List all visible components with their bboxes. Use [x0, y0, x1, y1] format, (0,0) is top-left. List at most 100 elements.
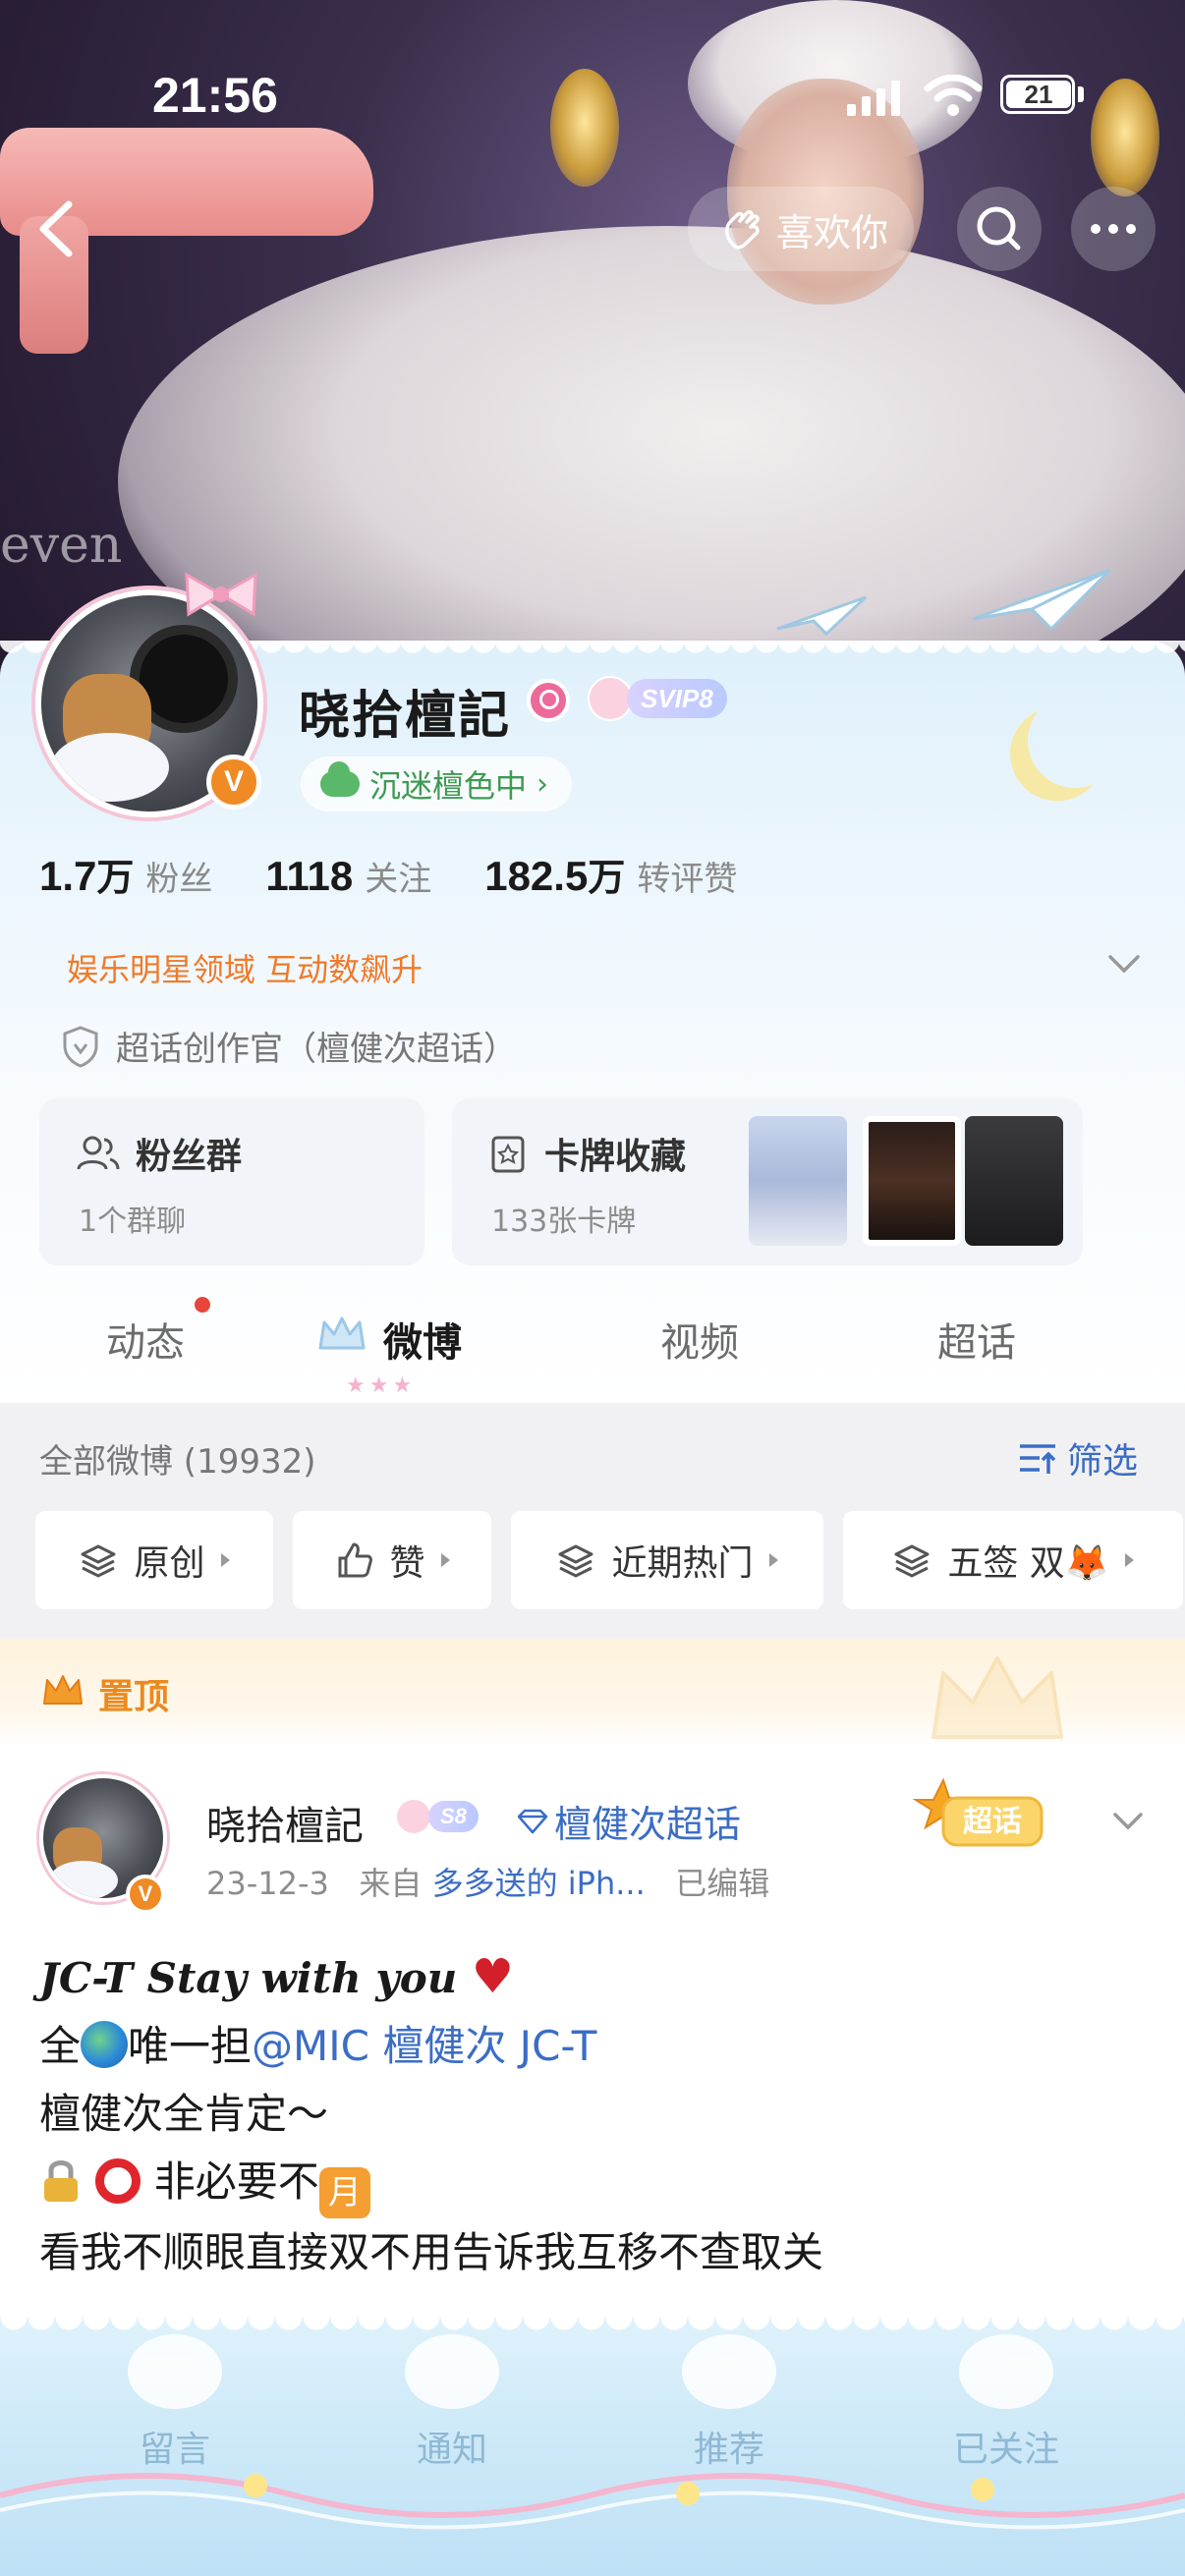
red-circle-icon: [95, 2158, 141, 2204]
stat-following[interactable]: 1118 关注: [265, 852, 431, 900]
post-body[interactable]: JC-T Stay with you ♥ 全唯一担@MIC 檀健次 JC-T 檀…: [39, 1943, 1150, 2286]
fans-group-sub: 1个群聊: [79, 1204, 187, 1239]
bow-decoration: [185, 572, 257, 617]
filter-icon: [1020, 1444, 1056, 1474]
stat-label: 关注: [365, 860, 432, 899]
status-bar: 21:56 21: [0, 59, 1185, 128]
vip-mascot-icon: [395, 1798, 432, 1835]
filter-button[interactable]: 筛选: [1016, 1432, 1138, 1484]
post-text: 檀健次全肯定～: [39, 2090, 329, 2138]
layers-icon: [894, 1544, 930, 1578]
battery-tip: [1078, 86, 1084, 102]
topic-label: 檀健次超话: [554, 1803, 742, 1846]
card-icon: [491, 1136, 525, 1173]
pinned-banner: 置顶: [0, 1639, 1185, 1747]
card-thumbnail[interactable]: [965, 1116, 1063, 1246]
red-heart-icon: ♥: [471, 1949, 514, 2004]
card-collection-title: 卡牌收藏: [544, 1137, 687, 1177]
chip-arrow-icon: [768, 1553, 778, 1567]
chip-original[interactable]: 原创: [35, 1511, 273, 1609]
stat-interactions[interactable]: 182.5万 转评赞: [484, 847, 737, 901]
cinnamoroll-icon: [128, 2334, 222, 2409]
domain-tag[interactable]: 娱乐明星领域 互动数飙升: [67, 945, 423, 990]
super-topic-role-text: 超话创作官（檀健次超话）: [116, 1030, 517, 1069]
layers-icon: [81, 1544, 116, 1578]
chip-arrow-icon: [1124, 1553, 1134, 1567]
more-dot: [1108, 224, 1118, 234]
super-topic-sticker: 超话: [912, 1777, 1044, 1847]
shield-icon: [63, 1025, 98, 1068]
battery-level: 21: [1006, 81, 1071, 108]
post-text: 全: [39, 2022, 82, 2070]
top-nav: 喜欢你: [0, 185, 1185, 273]
cinnamoroll-icon: [959, 2334, 1053, 2409]
cloud-icon: [320, 761, 360, 797]
verified-badge: V: [126, 1875, 165, 1914]
post-author-name[interactable]: 晓拾檀記: [206, 1794, 364, 1851]
card-collection-sub: 133张卡牌: [491, 1204, 637, 1239]
tab-weibo[interactable]: 微博: [383, 1311, 462, 1368]
chip-arrow-icon: [220, 1553, 230, 1567]
mention-link[interactable]: @MIC 檀健次 JC-T: [252, 2022, 596, 2070]
post-vip-badge: S8: [395, 1796, 479, 1837]
bottom-tab-bar: 留言 通知 推荐 已关注: [0, 2317, 1185, 2576]
crown-icon: [318, 1316, 366, 1350]
status-pill[interactable]: 沉迷檀色中 ›: [301, 756, 573, 812]
card-collection-tile[interactable]: 卡牌收藏 133张卡牌: [452, 1098, 1083, 1265]
post-meta: 23-12-3 来自 多多送的 iPh... 已编辑: [206, 1859, 769, 1904]
post-source[interactable]: 多多送的 iPh...: [432, 1865, 646, 1902]
chip-label: 赞: [389, 1543, 425, 1584]
chevron-down-icon[interactable]: [1110, 1808, 1146, 1833]
like-you-label: 喜欢你: [776, 210, 889, 254]
like-you-button[interactable]: 喜欢你: [688, 187, 914, 271]
profile-stats: 1.7万 粉丝 1118 关注 182.5万 转评赞: [39, 847, 737, 901]
fans-group-tile[interactable]: 粉丝群 1个群聊: [39, 1098, 424, 1265]
chip-recent-hot[interactable]: 近期热门: [511, 1511, 823, 1609]
search-button[interactable]: [957, 187, 1042, 271]
post-text: JC-T Stay with you: [39, 1954, 458, 2002]
lock-icon: [44, 2160, 78, 2202]
super-topic-role[interactable]: 超话创作官（檀健次超话）: [61, 1022, 517, 1070]
svip-label: SVIP8: [627, 679, 727, 718]
tab-dynamics[interactable]: 动态: [106, 1311, 185, 1368]
avatar-mascot: [51, 733, 169, 802]
battery-icon: 21: [1000, 75, 1075, 114]
post-line: JC-T Stay with you ♥: [39, 1943, 1150, 2012]
diamond-icon: [517, 1809, 548, 1833]
chip-liked[interactable]: 赞: [293, 1511, 491, 1609]
card-thumbnail[interactable]: [749, 1116, 847, 1246]
chip-custom-group[interactable]: 五签 双🦊: [843, 1511, 1183, 1609]
pinned-label: 置顶: [98, 1677, 170, 1717]
verified-badge: V: [206, 755, 261, 810]
chevron-right-icon: ›: [536, 766, 549, 802]
status-text: 沉迷檀色中: [369, 767, 528, 805]
post-super-topic-link[interactable]: 檀健次超话: [517, 1794, 741, 1848]
chevron-down-icon[interactable]: [1104, 949, 1144, 979]
svip-badge[interactable]: SVIP8: [588, 674, 727, 723]
paper-plane-decoration: [972, 568, 1112, 632]
signal-icon: [847, 77, 900, 116]
back-arrow-icon[interactable]: [29, 196, 88, 261]
month-sign-icon: 月: [318, 2167, 370, 2218]
post-line: 全唯一担@MIC 檀健次 JC-T: [39, 2012, 1150, 2080]
feed-filter-area: 全部微博 (19932) 筛选 原创 赞 近期热门 五签 双🦊: [0, 1403, 1185, 1639]
paper-plane-decoration: [776, 595, 868, 637]
more-button[interactable]: [1071, 187, 1156, 271]
thumbs-up-icon: [338, 1542, 373, 1578]
search-icon: [977, 206, 1021, 251]
tab-super-topic[interactable]: 超话: [937, 1311, 1016, 1368]
profile-tabs: 动态 微博 视频 超话: [0, 1277, 1185, 1399]
group-icon: [77, 1136, 120, 1170]
avatar-mascot: [49, 1861, 118, 1898]
card-thumbnail[interactable]: [863, 1116, 961, 1246]
stat-unit: 万: [588, 856, 626, 899]
wifi-icon: [924, 75, 983, 116]
wave-hand-icon: [725, 210, 760, 250]
post-edited: 已编辑: [675, 1865, 770, 1902]
stat-followers[interactable]: 1.7万 粉丝: [39, 847, 212, 901]
chip-label: 五签 双🦊: [947, 1543, 1109, 1584]
post-line: 看我不顺眼直接双不用告诉我互移不查取关: [39, 2218, 1150, 2286]
stat-number: 182.5: [484, 853, 589, 899]
post-from: 来自: [359, 1865, 423, 1902]
tab-video[interactable]: 视频: [660, 1311, 739, 1368]
